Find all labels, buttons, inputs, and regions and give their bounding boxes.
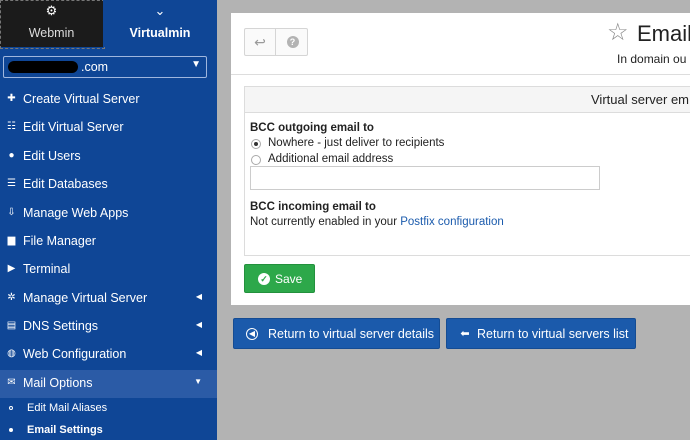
sidebar-item-label: Edit Virtual Server bbox=[23, 120, 124, 134]
back-arrow-icon: ↩ bbox=[254, 34, 266, 50]
header-button-group: ↩ ? bbox=[244, 28, 308, 56]
server-icon: ▤ bbox=[6, 320, 17, 331]
additional-email-input[interactable] bbox=[250, 166, 600, 190]
database-icon: ☰ bbox=[7, 178, 16, 189]
star-icon[interactable]: ☆ bbox=[607, 20, 629, 46]
settings-section: Virtual server em BCC outgoing email to … bbox=[244, 86, 690, 256]
sidebar-item-label: Manage Web Apps bbox=[23, 206, 129, 220]
section-header: Virtual server em bbox=[245, 87, 690, 113]
sidebar-item-label: File Manager bbox=[23, 234, 96, 248]
page-subtitle: In domain ou bbox=[617, 52, 687, 66]
radio-additional-address[interactable]: Additional email address bbox=[251, 153, 411, 167]
radio-label: Additional email address bbox=[268, 153, 394, 165]
sidebar-item-label: Create Virtual Server bbox=[23, 92, 140, 106]
panel-header: ↩ ? ☆ Email In domain ou bbox=[231, 13, 690, 75]
return-list-label: Return to virtual servers list bbox=[477, 327, 629, 341]
main-panel: ↩ ? ☆ Email In domain ou Virtual server … bbox=[231, 13, 690, 305]
radio-button-checked[interactable] bbox=[251, 139, 261, 149]
sidebar-item-terminal[interactable]: ▶ Terminal bbox=[0, 256, 217, 284]
radio-button[interactable] bbox=[251, 155, 261, 165]
return-details-label: Return to virtual server details bbox=[268, 327, 435, 341]
question-icon: ? bbox=[286, 36, 299, 49]
domain-select-value: .com bbox=[81, 60, 109, 74]
bcc-outgoing-label: BCC outgoing email to bbox=[250, 122, 374, 134]
sidebar-item-label: Edit Databases bbox=[23, 177, 108, 191]
caret-down-icon: ▼ bbox=[194, 377, 202, 386]
incoming-status-text: Not currently enabled in your Postfix co… bbox=[250, 216, 504, 228]
save-label: Save bbox=[275, 272, 303, 286]
sidebar: ⚙ Webmin ⌄ Virtualmin .com ▼ ✚ Create Vi… bbox=[0, 0, 217, 440]
gears-icon: ✲ bbox=[7, 292, 16, 303]
sidebar-subitem-edit-mail-aliases[interactable]: Edit Mail Aliases bbox=[0, 399, 217, 419]
chevron-down-icon: ⌄ bbox=[154, 3, 166, 18]
sidebar-item-label: Web Configuration bbox=[23, 347, 127, 361]
sidebar-item-create-virtual-server[interactable]: ✚ Create Virtual Server bbox=[0, 86, 217, 114]
check-circle-icon: ✓ bbox=[258, 273, 270, 285]
postfix-configuration-link[interactable]: Postfix configuration bbox=[400, 216, 504, 228]
caret-left-icon: ◀ bbox=[195, 348, 202, 357]
arrow-left-icon: ⬅ bbox=[460, 328, 470, 340]
plus-icon: ✚ bbox=[7, 93, 16, 104]
domain-select[interactable]: .com ▼ bbox=[3, 56, 207, 78]
sidebar-item-manage-virtual-server[interactable]: ✲ Manage Virtual Server ◀ bbox=[0, 285, 217, 313]
page-title: Email bbox=[637, 21, 690, 46]
redacted-domain bbox=[8, 61, 78, 73]
sidebar-item-label: Terminal bbox=[23, 262, 71, 276]
sidebar-item-label: Edit Users bbox=[23, 149, 81, 163]
tab-webmin[interactable]: ⚙ Webmin bbox=[0, 0, 105, 49]
caret-down-icon: ▼ bbox=[191, 59, 201, 70]
sidebar-item-mail-options[interactable]: ✉ Mail Options ▼ bbox=[0, 370, 217, 398]
download-icon: ⇩ bbox=[7, 207, 16, 218]
return-to-servers-list-button[interactable]: ⬅ Return to virtual servers list bbox=[446, 318, 636, 349]
sidebar-subitem-label: Edit Mail Aliases bbox=[27, 402, 108, 414]
arrow-circle-left-icon: ◀ bbox=[246, 328, 258, 340]
sidebar-item-manage-web-apps[interactable]: ⇩ Manage Web Apps bbox=[0, 200, 217, 228]
sidebar-subitem-email-settings[interactable]: Email Settings bbox=[0, 421, 217, 440]
sidebar-item-web-configuration[interactable]: ◍ Web Configuration ◀ bbox=[0, 341, 217, 369]
bcc-incoming-label: BCC incoming email to bbox=[250, 201, 376, 213]
sidebar-item-edit-virtual-server[interactable]: ☷ Edit Virtual Server bbox=[0, 114, 217, 142]
caret-left-icon: ◀ bbox=[195, 320, 202, 329]
tab-virtualmin-label: Virtualmin bbox=[129, 26, 191, 40]
radio-label: Nowhere - just deliver to recipients bbox=[268, 137, 445, 149]
bullet-icon bbox=[9, 428, 13, 432]
users-icon: ● bbox=[8, 150, 15, 161]
section-title: Virtual server em bbox=[591, 92, 690, 107]
terminal-icon: ▶ bbox=[7, 263, 16, 274]
return-to-server-details-button[interactable]: ◀ Return to virtual server details bbox=[233, 318, 440, 349]
sidebar-item-edit-users[interactable]: ● Edit Users bbox=[0, 143, 217, 171]
back-button[interactable]: ↩ bbox=[245, 29, 276, 55]
sidebar-item-label: DNS Settings bbox=[23, 319, 99, 333]
tab-webmin-label: Webmin bbox=[28, 26, 75, 40]
radio-nowhere[interactable]: Nowhere - just deliver to recipients bbox=[251, 137, 451, 151]
sidebar-item-label: Mail Options bbox=[23, 376, 93, 390]
file-icon: ▆ bbox=[7, 235, 16, 246]
sidebar-item-dns-settings[interactable]: ▤ DNS Settings ◀ bbox=[0, 313, 217, 341]
bullet-icon bbox=[9, 406, 13, 410]
sliders-icon: ☷ bbox=[7, 121, 16, 132]
sidebar-item-edit-databases[interactable]: ☰ Edit Databases bbox=[0, 171, 217, 199]
globe-icon: ◍ bbox=[7, 348, 16, 359]
save-button[interactable]: ✓ Save bbox=[244, 264, 315, 293]
caret-left-icon: ◀ bbox=[195, 292, 202, 301]
sidebar-item-file-manager[interactable]: ▆ File Manager bbox=[0, 228, 217, 256]
webmin-icon: ⚙ bbox=[45, 3, 58, 18]
envelope-icon: ✉ bbox=[7, 377, 16, 388]
help-button[interactable]: ? bbox=[277, 29, 308, 55]
incoming-status-prefix: Not currently enabled in your bbox=[250, 216, 401, 228]
sidebar-item-label: Manage Virtual Server bbox=[23, 291, 148, 305]
sidebar-subitem-label: Email Settings bbox=[27, 424, 103, 436]
tab-virtualmin[interactable]: ⌄ Virtualmin bbox=[103, 0, 217, 47]
